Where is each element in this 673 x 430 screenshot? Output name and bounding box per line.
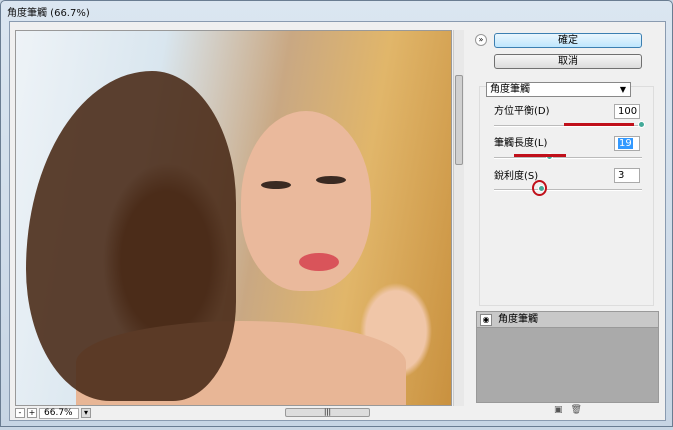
- param-input[interactable]: 19: [614, 136, 640, 151]
- annotation-circle: [532, 180, 547, 196]
- param-input[interactable]: 100: [614, 104, 640, 119]
- param-slider[interactable]: [494, 185, 642, 192]
- zoom-in-button[interactable]: +: [27, 408, 37, 418]
- ok-button[interactable]: 確定: [494, 33, 642, 48]
- lips: [299, 253, 339, 271]
- param-slider[interactable]: [494, 153, 642, 160]
- slider-thumb[interactable]: [638, 121, 645, 128]
- eye-icon[interactable]: ◉: [480, 313, 492, 326]
- preview-image[interactable]: [15, 30, 452, 406]
- cancel-button[interactable]: 取消: [494, 54, 642, 69]
- preview-toolbar: - + 66.7% ▾ |||: [15, 407, 464, 419]
- params-group: [479, 86, 654, 306]
- trash-icon[interactable]: 🗑: [571, 405, 582, 415]
- param-label: 筆觸長度(L): [494, 138, 548, 149]
- settings-panel: » 確定 取消 角度筆觸 ▼ 方位平衡(D) 100 筆觸長度(L) 19 銳利度…: [474, 28, 662, 416]
- layer-name: 角度筆觸: [498, 313, 538, 325]
- new-layer-icon[interactable]: ▣: [554, 405, 563, 415]
- zoom-dropdown-icon[interactable]: ▾: [81, 408, 91, 418]
- param-label: 銳利度(S): [494, 171, 539, 182]
- horizontal-scrollbar[interactable]: |||: [285, 408, 370, 417]
- zoom-out-button[interactable]: -: [15, 408, 25, 418]
- layer-actions: ▣ 🗑: [554, 405, 582, 415]
- window-title: 角度筆觸 (66.7%): [7, 8, 90, 19]
- chevron-down-icon: ▼: [619, 85, 626, 94]
- hair: [26, 71, 236, 401]
- eye: [316, 176, 346, 184]
- filter-dialog: 角度筆觸 (66.7%) - + 66.7% ▾ ||| » 確定 取消 角度筆…: [0, 0, 673, 427]
- eye: [261, 181, 291, 189]
- layer-row[interactable]: ◉ 角度筆觸: [477, 312, 658, 328]
- annotation-arrow: [514, 154, 566, 157]
- zoom-field[interactable]: 66.7%: [39, 407, 79, 419]
- filter-select[interactable]: 角度筆觸 ▼: [486, 82, 631, 97]
- effect-layers-panel: ◉ 角度筆觸: [476, 311, 659, 403]
- param-label: 方位平衡(D): [494, 106, 550, 117]
- scroll-thumb[interactable]: [455, 75, 463, 165]
- param-input[interactable]: 3: [614, 168, 640, 183]
- param-value: 19: [618, 138, 633, 149]
- filter-select-value: 角度筆觸: [490, 84, 530, 95]
- vertical-scrollbar[interactable]: [453, 30, 464, 406]
- dialog-body: - + 66.7% ▾ ||| » 確定 取消 角度筆觸 ▼ 方位平衡(D) 10…: [9, 21, 666, 421]
- collapse-icon[interactable]: »: [475, 34, 487, 46]
- annotation-arrow: [564, 123, 634, 126]
